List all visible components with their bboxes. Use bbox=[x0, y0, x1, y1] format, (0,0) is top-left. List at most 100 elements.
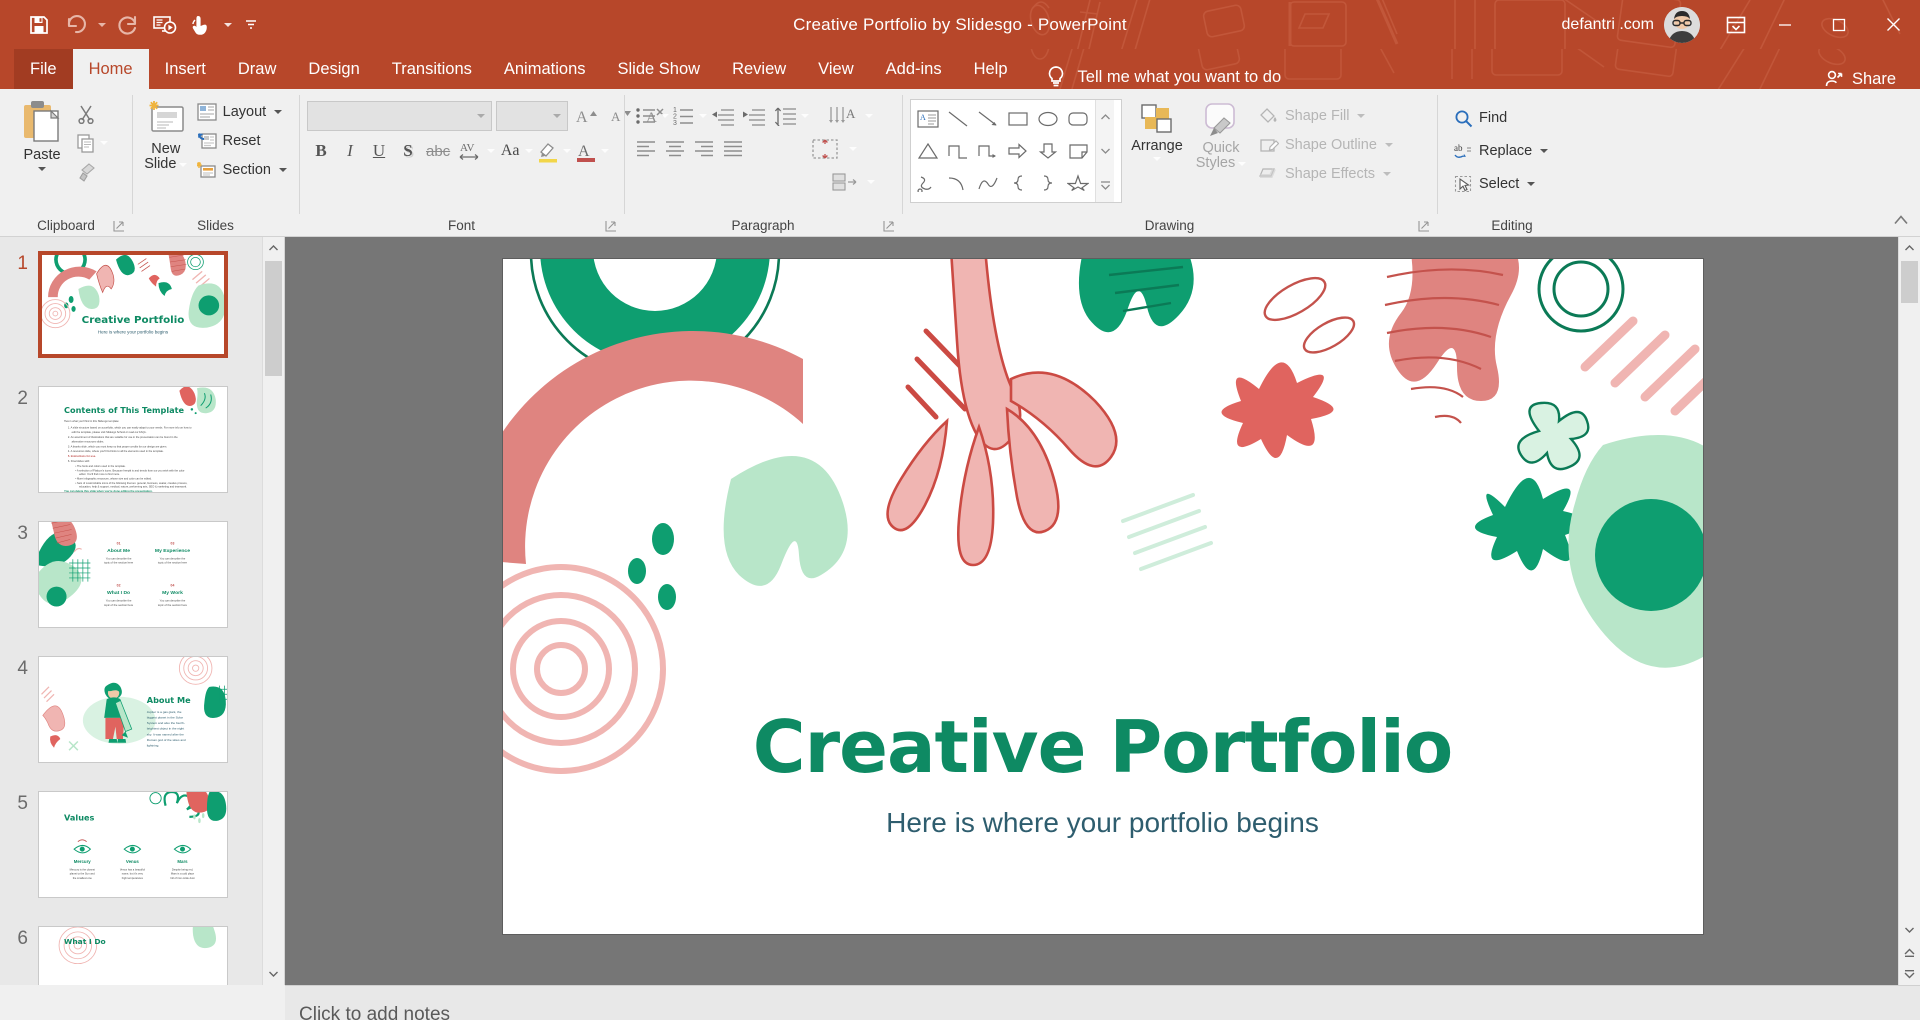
increase-font-size-icon[interactable]: A bbox=[572, 101, 602, 131]
line-spacing-button[interactable] bbox=[770, 101, 800, 131]
slide-subtitle[interactable]: Here is where your portfolio begins bbox=[503, 807, 1703, 839]
change-case-button[interactable]: Aa bbox=[496, 136, 524, 166]
font-color-dropdown-icon[interactable] bbox=[601, 149, 610, 153]
tab-draw[interactable]: Draw bbox=[222, 49, 293, 89]
italic-button[interactable]: I bbox=[336, 136, 364, 166]
touch-mode-icon[interactable] bbox=[184, 9, 218, 41]
font-color-button[interactable]: A bbox=[572, 136, 600, 166]
shape-effects-button[interactable]: Shape Effects bbox=[1254, 160, 1398, 188]
new-slide-dropdown-icon[interactable] bbox=[179, 162, 188, 167]
slide-title[interactable]: Creative Portfolio bbox=[503, 711, 1703, 783]
new-slide-button[interactable]: New Slide bbox=[140, 96, 192, 172]
close-button[interactable] bbox=[1866, 0, 1920, 49]
tell-me-search[interactable]: Tell me what you want to do bbox=[1046, 65, 1281, 89]
text-direction-dropdown-icon[interactable] bbox=[865, 114, 873, 118]
notes-pane[interactable]: Click to add notes bbox=[285, 985, 1920, 1020]
thumbnail-slide-2[interactable]: 2 Contents of This Template Here's what … bbox=[0, 386, 284, 521]
cut-button[interactable] bbox=[72, 100, 100, 128]
font-dialog-launcher-icon[interactable] bbox=[604, 219, 618, 233]
reset-button[interactable]: Reset bbox=[192, 127, 292, 155]
change-case-dropdown-icon[interactable] bbox=[525, 149, 534, 153]
shape-fill-button[interactable]: Shape Fill bbox=[1254, 102, 1398, 130]
tab-design[interactable]: Design bbox=[292, 49, 375, 89]
shape-rectangle-icon[interactable] bbox=[1003, 103, 1033, 135]
minimize-button[interactable] bbox=[1758, 0, 1812, 49]
paste-button[interactable]: Paste bbox=[12, 96, 72, 172]
avatar[interactable] bbox=[1664, 6, 1700, 43]
shapes-gallery-scroll-up[interactable] bbox=[1096, 100, 1114, 134]
restore-button[interactable] bbox=[1812, 0, 1866, 49]
thumbnail-scrollbar[interactable] bbox=[262, 237, 284, 985]
shape-outline-button[interactable]: Shape Outline bbox=[1254, 131, 1398, 159]
slide-scrollbar-thumb[interactable] bbox=[1901, 261, 1918, 303]
text-direction-button[interactable]: A bbox=[824, 101, 864, 131]
thumbnail-scroll-up-button[interactable] bbox=[263, 237, 284, 259]
shape-oval-icon[interactable] bbox=[1033, 103, 1063, 135]
tab-view[interactable]: View bbox=[802, 49, 869, 89]
shape-freeform-icon[interactable] bbox=[973, 167, 1003, 199]
shape-text-box-icon[interactable]: A bbox=[913, 103, 943, 135]
start-from-beginning-icon[interactable] bbox=[148, 9, 182, 41]
arrange-dropdown-icon[interactable] bbox=[1153, 157, 1161, 162]
text-highlight-color-button[interactable] bbox=[534, 136, 562, 166]
find-button[interactable]: Find bbox=[1449, 102, 1553, 134]
shape-curve-icon[interactable] bbox=[943, 167, 973, 199]
thumbnail-slide-5[interactable]: 5 Values Mercury Mercury is the closest … bbox=[0, 791, 284, 926]
bullets-dropdown-icon[interactable] bbox=[661, 114, 669, 118]
tab-review[interactable]: Review bbox=[716, 49, 802, 89]
slide-scroll-down-button[interactable] bbox=[1899, 919, 1920, 941]
copy-dropdown-icon[interactable] bbox=[100, 141, 108, 145]
undo-dropdown-icon[interactable] bbox=[94, 9, 110, 41]
save-icon[interactable] bbox=[22, 9, 56, 41]
layout-button[interactable]: Layout bbox=[192, 98, 292, 126]
align-right-button[interactable] bbox=[690, 134, 718, 164]
shape-scribble-icon[interactable] bbox=[913, 167, 943, 199]
thumbnail-slide-3[interactable]: 3 01 About Me You can describe the topic… bbox=[0, 521, 284, 656]
copy-button[interactable] bbox=[72, 129, 100, 157]
columns-button[interactable] bbox=[808, 134, 848, 164]
slide-vertical-scrollbar[interactable] bbox=[1898, 237, 1920, 985]
thumbnail-slide-1[interactable]: 1 Creative Portfolio Here is where your … bbox=[0, 251, 284, 386]
tab-transitions[interactable]: Transitions bbox=[376, 49, 488, 89]
collapse-ribbon-button[interactable] bbox=[1890, 210, 1912, 230]
quick-styles-dropdown-icon[interactable] bbox=[1238, 161, 1247, 166]
tab-slide-show[interactable]: Slide Show bbox=[602, 49, 717, 89]
shape-folded-corner-icon[interactable] bbox=[1063, 135, 1093, 167]
character-spacing-dropdown-icon[interactable] bbox=[487, 149, 496, 153]
shape-down-arrow-icon[interactable] bbox=[1033, 135, 1063, 167]
shape-elbow-connector-icon[interactable] bbox=[943, 135, 973, 167]
shape-elbow-arrow-connector-icon[interactable] bbox=[973, 135, 1003, 167]
columns-dropdown-icon[interactable] bbox=[849, 147, 857, 151]
touch-mode-dropdown-icon[interactable] bbox=[220, 9, 236, 41]
shape-left-brace-icon[interactable] bbox=[1003, 167, 1033, 199]
shapes-gallery-scroll-down[interactable] bbox=[1096, 134, 1114, 168]
font-name-input[interactable] bbox=[307, 101, 492, 131]
paste-dropdown-icon[interactable] bbox=[38, 167, 46, 172]
tab-insert[interactable]: Insert bbox=[149, 49, 222, 89]
bullets-button[interactable] bbox=[632, 101, 660, 131]
text-shadow-button[interactable]: S bbox=[394, 136, 422, 166]
increase-list-level-button[interactable] bbox=[739, 101, 769, 131]
current-slide[interactable]: Creative Portfolio Here is where your po… bbox=[502, 258, 1703, 934]
numbering-button[interactable]: 123 bbox=[670, 101, 698, 131]
account-name[interactable]: defantri .com bbox=[1562, 16, 1654, 34]
select-button[interactable]: Select bbox=[1449, 168, 1553, 200]
arrange-button[interactable]: Arrange bbox=[1126, 99, 1188, 162]
format-painter-button[interactable] bbox=[72, 158, 100, 186]
decrease-list-level-button[interactable] bbox=[708, 101, 738, 131]
customize-qat-icon[interactable] bbox=[238, 9, 264, 41]
previous-slide-button[interactable] bbox=[1899, 941, 1920, 963]
align-left-button[interactable] bbox=[632, 134, 660, 164]
shape-rounded-rectangle-icon[interactable] bbox=[1063, 103, 1093, 135]
align-center-button[interactable] bbox=[661, 134, 689, 164]
line-spacing-dropdown-icon[interactable] bbox=[801, 114, 809, 118]
font-size-input[interactable] bbox=[496, 101, 568, 131]
clipboard-dialog-launcher-icon[interactable] bbox=[112, 219, 126, 233]
thumbnail-scrollbar-thumb[interactable] bbox=[265, 261, 282, 376]
next-slide-button[interactable] bbox=[1899, 963, 1920, 985]
strikethrough-button[interactable]: abc bbox=[423, 136, 453, 166]
thumbnail-slide-6[interactable]: 6 What I Do bbox=[0, 926, 284, 985]
thumbnail-slide-4[interactable]: 4 About Me Jupiter is a gas giant, the b… bbox=[0, 656, 284, 791]
shape-arrow-icon[interactable] bbox=[973, 103, 1003, 135]
replace-button[interactable]: ab Replace bbox=[1449, 135, 1553, 167]
